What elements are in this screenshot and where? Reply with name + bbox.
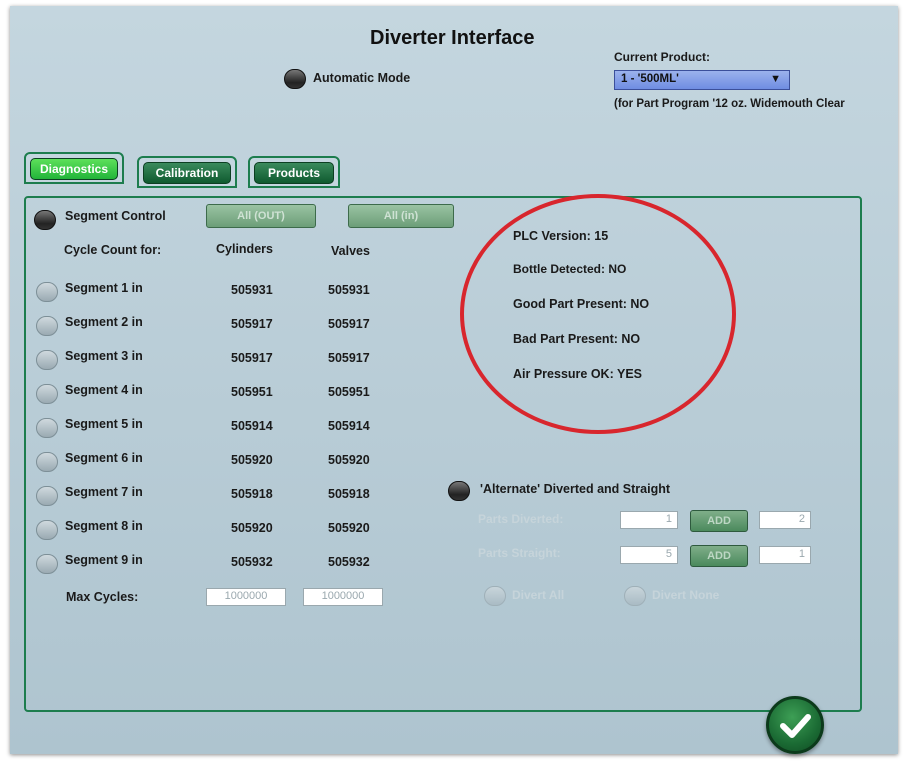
- window-title: Diverter Interface: [370, 27, 535, 49]
- tab-calibration-label: Calibration: [143, 162, 231, 184]
- segment-6-toggle[interactable]: [36, 452, 58, 472]
- divert-none-toggle[interactable]: [624, 586, 646, 606]
- segment-6-cylinders: 505920: [231, 453, 273, 467]
- segment-3-label: Segment 3 in: [65, 349, 143, 363]
- segment-9-valves: 505932: [328, 555, 370, 569]
- segment-2-valves: 505917: [328, 317, 370, 331]
- all-out-button[interactable]: All (OUT): [206, 204, 316, 228]
- good-part-present: Good Part Present: NO: [513, 297, 650, 311]
- segment-4-label: Segment 4 in: [65, 383, 143, 397]
- bad-part-present: Bad Part Present: NO: [513, 332, 641, 346]
- current-product-dropdown[interactable]: 1 - '500ML' ▼: [614, 70, 790, 90]
- automatic-mode-toggle[interactable]: [284, 69, 306, 89]
- parts-diverted-add-button[interactable]: ADD: [690, 510, 748, 532]
- segment-5-label: Segment 5 in: [65, 417, 143, 431]
- max-cycles-cylinders-input[interactable]: 1000000: [206, 588, 286, 606]
- parts-diverted-label: Parts Diverted:: [478, 512, 564, 526]
- parts-straight-add-button[interactable]: ADD: [690, 545, 748, 567]
- plc-version: PLC Version: 15: [513, 229, 609, 243]
- tab-products[interactable]: Products: [248, 156, 340, 188]
- segment-3-toggle[interactable]: [36, 350, 58, 370]
- segment-9-toggle[interactable]: [36, 554, 58, 574]
- segment-9-cylinders: 505932: [231, 555, 273, 569]
- segment-8-valves: 505920: [328, 521, 370, 535]
- bottle-detected: Bottle Detected: NO: [513, 262, 627, 276]
- column-header-valves: Valves: [331, 244, 370, 258]
- parts-diverted-input[interactable]: 1: [620, 511, 678, 529]
- segment-2-cylinders: 505917: [231, 317, 273, 331]
- alternate-toggle[interactable]: [448, 481, 470, 501]
- segment-8-label: Segment 8 in: [65, 519, 143, 533]
- segment-2-toggle[interactable]: [36, 316, 58, 336]
- segment-8-toggle[interactable]: [36, 520, 58, 540]
- segment-3-cylinders: 505917: [231, 351, 273, 365]
- diagnostics-panel: [24, 196, 862, 712]
- segment-control-label: Segment Control: [65, 209, 166, 223]
- segment-7-label: Segment 7 in: [65, 485, 143, 499]
- max-cycles-label: Max Cycles:: [66, 590, 139, 604]
- confirm-button[interactable]: [766, 696, 824, 754]
- max-cycles-valves-input[interactable]: 1000000: [303, 588, 383, 606]
- current-product-value: 1 - '500ML': [621, 73, 679, 85]
- parts-straight-label: Parts Straight:: [478, 546, 561, 560]
- segment-2-label: Segment 2 in: [65, 315, 143, 329]
- current-product-label: Current Product:: [614, 50, 710, 64]
- chevron-down-icon: ▼: [770, 73, 781, 85]
- diverter-window: Diverter Interface Automatic Mode Curren…: [10, 6, 898, 754]
- parts-straight-input[interactable]: 5: [620, 546, 678, 564]
- divert-none-label: Divert None: [652, 588, 720, 602]
- segment-9-label: Segment 9 in: [65, 553, 143, 567]
- segment-5-toggle[interactable]: [36, 418, 58, 438]
- parts-diverted-add-input[interactable]: 2: [759, 511, 811, 529]
- segment-4-valves: 505951: [328, 385, 370, 399]
- all-in-button[interactable]: All (in): [348, 204, 454, 228]
- segment-1-valves: 505931: [328, 283, 370, 297]
- segment-5-cylinders: 505914: [231, 419, 273, 433]
- segment-8-cylinders: 505920: [231, 521, 273, 535]
- divert-all-label: Divert All: [512, 588, 565, 602]
- segment-7-valves: 505918: [328, 487, 370, 501]
- tab-diagnostics[interactable]: Diagnostics: [24, 152, 124, 184]
- checkmark-icon: [780, 714, 811, 738]
- segment-6-label: Segment 6 in: [65, 451, 143, 465]
- tab-calibration[interactable]: Calibration: [137, 156, 237, 188]
- automatic-mode-label: Automatic Mode: [313, 71, 411, 85]
- segment-4-toggle[interactable]: [36, 384, 58, 404]
- segment-1-cylinders: 505931: [231, 283, 273, 297]
- segment-5-valves: 505914: [328, 419, 370, 433]
- segment-6-valves: 505920: [328, 453, 370, 467]
- cycle-count-label: Cycle Count for:: [64, 243, 162, 257]
- air-pressure-ok: Air Pressure OK: YES: [513, 367, 642, 381]
- column-header-cylinders: Cylinders: [216, 242, 273, 256]
- segment-7-cylinders: 505918: [231, 487, 273, 501]
- segment-7-toggle[interactable]: [36, 486, 58, 506]
- segment-1-label: Segment 1 in: [65, 281, 143, 295]
- segment-3-valves: 505917: [328, 351, 370, 365]
- segment-1-toggle[interactable]: [36, 282, 58, 302]
- part-program-note: (for Part Program '12 oz. Widemouth Clea…: [614, 98, 845, 110]
- tab-diagnostics-label: Diagnostics: [30, 158, 118, 180]
- alternate-label: 'Alternate' Diverted and Straight: [480, 482, 671, 496]
- segment-4-cylinders: 505951: [231, 385, 273, 399]
- tab-products-label: Products: [254, 162, 334, 184]
- parts-straight-add-input[interactable]: 1: [759, 546, 811, 564]
- divert-all-toggle[interactable]: [484, 586, 506, 606]
- segment-control-toggle[interactable]: [34, 210, 56, 230]
